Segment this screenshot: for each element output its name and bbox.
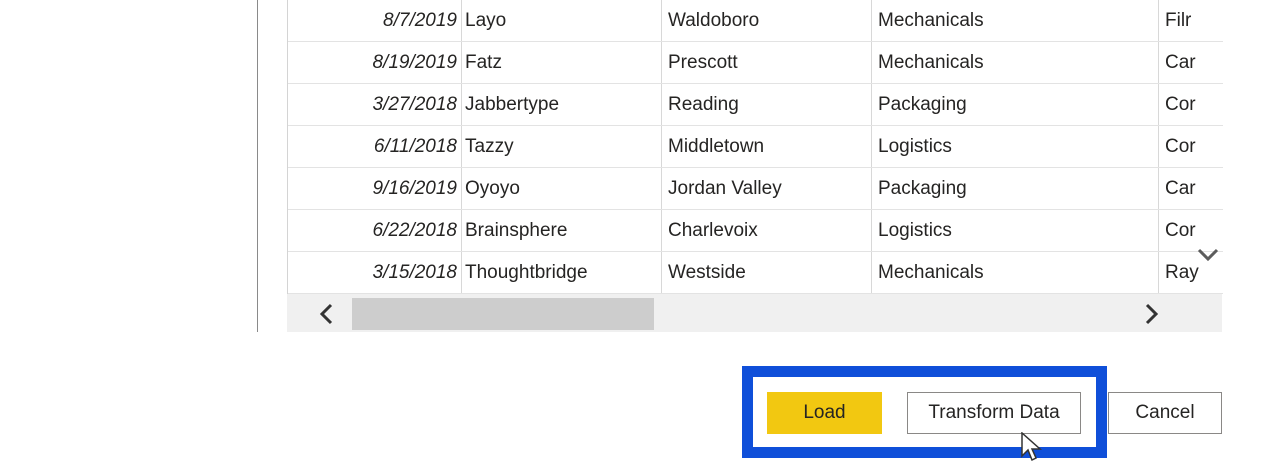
name-cell: Fatz — [465, 52, 502, 73]
city-cell: Waldoboro — [668, 10, 760, 31]
city-cell: Prescott — [668, 52, 738, 73]
table-row: 8/19/2019 Fatz Prescott Mechanicals Car — [288, 42, 1223, 84]
truncated-cell: Car — [1165, 178, 1196, 199]
date-cell: 8/7/2019 — [383, 10, 457, 31]
chevron-down-icon[interactable] — [1196, 243, 1220, 267]
transform-data-button[interactable]: Transform Data — [907, 392, 1081, 434]
category-cell: Logistics — [878, 136, 952, 157]
name-cell: Brainsphere — [465, 220, 568, 241]
table-row: 6/22/2018 Brainsphere Charlevoix Logisti… — [288, 210, 1223, 252]
category-cell: Packaging — [878, 178, 967, 199]
table-row: 3/27/2018 Jabbertype Reading Packaging C… — [288, 84, 1223, 126]
name-cell: Oyoyo — [465, 178, 520, 199]
horizontal-scrollbar[interactable] — [287, 294, 1222, 332]
city-cell: Charlevoix — [668, 220, 758, 241]
name-cell: Tazzy — [465, 136, 514, 157]
city-cell: Jordan Valley — [668, 178, 782, 199]
truncated-cell: Cor — [1165, 94, 1196, 115]
table-row: 9/16/2019 Oyoyo Jordan Valley Packaging … — [288, 168, 1223, 210]
name-cell: Layo — [465, 10, 507, 31]
table-row: 8/7/2019 Layo Waldoboro Mechanicals Filr — [288, 0, 1223, 42]
date-cell: 3/27/2018 — [372, 94, 457, 115]
date-cell: 8/19/2019 — [372, 52, 457, 73]
category-cell: Logistics — [878, 220, 952, 241]
chevron-right-icon[interactable] — [1139, 302, 1163, 326]
date-cell: 9/16/2019 — [372, 178, 457, 199]
data-preview-table: 8/7/2019 Layo Waldoboro Mechanicals Filr… — [287, 0, 1223, 294]
load-button[interactable]: Load — [767, 392, 882, 434]
date-cell: 6/22/2018 — [372, 220, 457, 241]
scrollbar-thumb[interactable] — [352, 298, 654, 330]
truncated-cell: Cor — [1165, 136, 1196, 157]
city-cell: Reading — [668, 94, 739, 115]
category-cell: Mechanicals — [878, 52, 984, 73]
mouse-pointer-icon — [1020, 431, 1042, 462]
truncated-cell: Filr — [1165, 10, 1192, 31]
name-cell: Jabbertype — [465, 94, 560, 115]
table-row: 6/11/2018 Tazzy Middletown Logistics Cor — [288, 126, 1223, 168]
truncated-cell: Car — [1165, 52, 1196, 73]
city-cell: Westside — [668, 262, 746, 283]
name-cell: Thoughtbridge — [465, 262, 588, 283]
chevron-left-icon[interactable] — [315, 302, 339, 326]
category-cell: Packaging — [878, 94, 967, 115]
city-cell: Middletown — [668, 136, 765, 157]
category-cell: Mechanicals — [878, 262, 984, 283]
date-cell: 3/15/2018 — [372, 262, 457, 283]
cancel-button[interactable]: Cancel — [1108, 392, 1222, 434]
dialog-left-divider — [257, 0, 258, 332]
category-cell: Mechanicals — [878, 10, 984, 31]
date-cell: 6/11/2018 — [373, 136, 457, 157]
table-row: 3/15/2018 Thoughtbridge Westside Mechani… — [288, 252, 1223, 294]
